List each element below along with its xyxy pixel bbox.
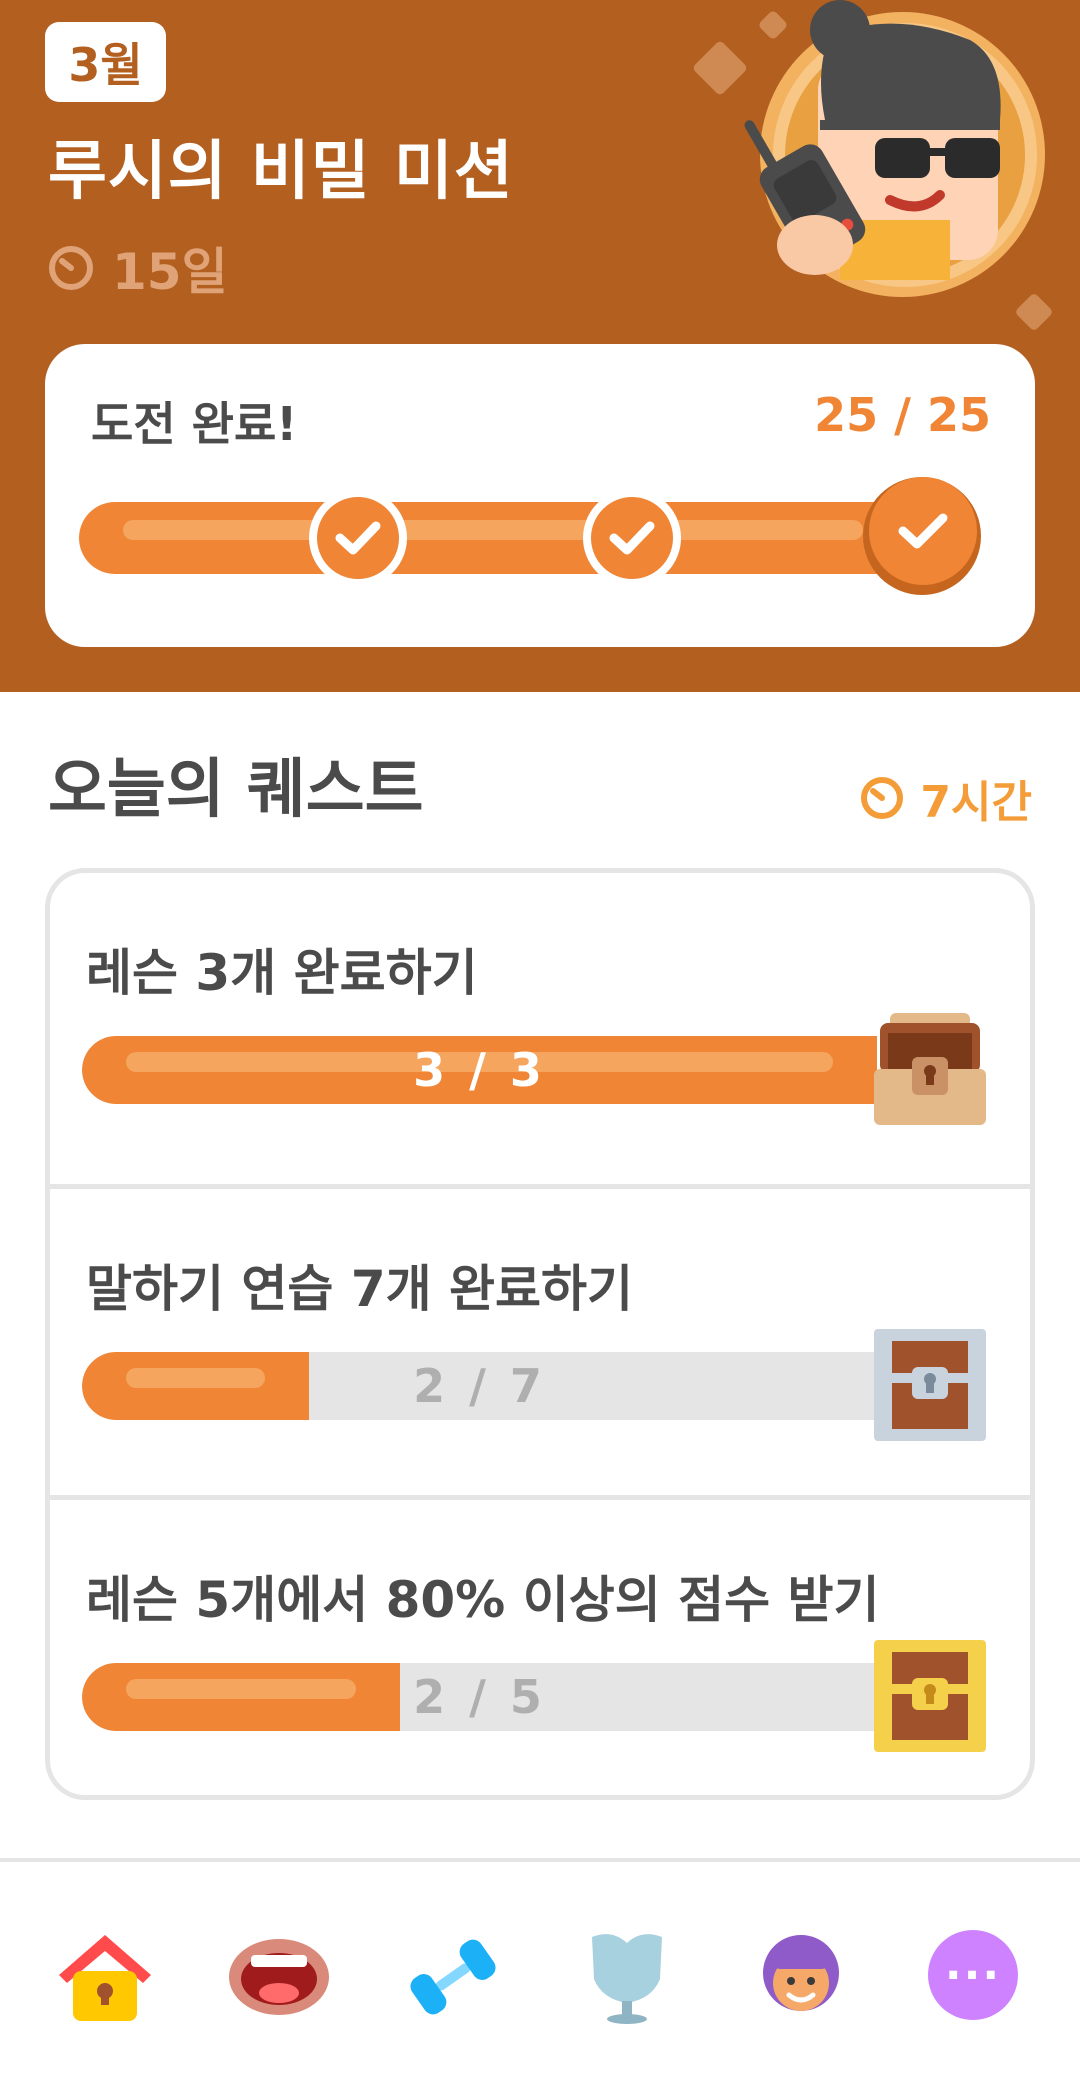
milestone-check-final-inner bbox=[869, 477, 977, 585]
quest-progress-track: 3 / 3 bbox=[82, 1036, 877, 1104]
quest-progress-track: 2 / 5 bbox=[82, 1663, 877, 1731]
milestone-check-final bbox=[863, 477, 981, 595]
month-badge: 3월 bbox=[45, 22, 166, 102]
quest-item[interactable]: 레슨 3개 완료하기 3 / 3 bbox=[50, 873, 1030, 1184]
progress-shine bbox=[123, 520, 863, 540]
challenge-progress-bar bbox=[79, 502, 951, 574]
quest-progress-text: 2 / 5 bbox=[413, 1670, 546, 1724]
more-icon: ··· bbox=[944, 1949, 1002, 2001]
quest-label: 레슨 3개 완료하기 bbox=[86, 944, 478, 1002]
nav-more-button[interactable]: ··· bbox=[928, 1930, 1018, 2020]
profile-avatar-icon bbox=[763, 1935, 839, 2011]
timer-icon bbox=[49, 246, 93, 290]
mission-title: 루시의 비밀 미션 bbox=[48, 135, 514, 209]
brown-chest-icon bbox=[874, 1013, 986, 1125]
timer-icon bbox=[861, 777, 904, 819]
dumbbell-icon bbox=[410, 1939, 496, 2015]
monthly-challenge-header: 3월 루시의 비밀 미션 15일 도전 완료! 25 / 25 bbox=[0, 0, 1080, 692]
quest-progress-text: 2 / 7 bbox=[413, 1359, 546, 1413]
days-left: 15일 bbox=[48, 232, 228, 304]
quests-timer: 7시간 bbox=[860, 766, 1032, 830]
nav-profile[interactable] bbox=[746, 1922, 856, 2032]
quest-item[interactable]: 말하기 연습 7개 완료하기 2 / 7 bbox=[50, 1189, 1030, 1500]
nav-home[interactable] bbox=[50, 1922, 160, 2032]
gold-chest-icon bbox=[874, 1640, 986, 1752]
challenge-count: 25 / 25 bbox=[814, 388, 991, 442]
quest-progress-track: 2 / 7 bbox=[82, 1352, 877, 1420]
quest-item[interactable]: 레슨 5개에서 80% 이상의 점수 받기 2 / 5 bbox=[50, 1500, 1030, 1795]
nav-speaking[interactable] bbox=[224, 1922, 334, 2032]
bottom-nav: ··· bbox=[0, 1862, 1080, 2081]
nav-leagues[interactable] bbox=[572, 1922, 682, 2032]
silver-chest-icon bbox=[874, 1329, 986, 1441]
home-icon bbox=[59, 1935, 151, 2021]
checkmark-icon bbox=[609, 521, 655, 555]
challenge-status-label: 도전 완료! bbox=[91, 397, 298, 451]
shield-icon bbox=[592, 1934, 662, 2024]
speaking-mouth-icon bbox=[229, 1939, 329, 2015]
checkmark-icon bbox=[898, 513, 948, 549]
days-left-text: 15일 bbox=[112, 243, 228, 301]
quest-label: 레슨 5개에서 80% 이상의 점수 받기 bbox=[86, 1571, 880, 1629]
quest-progress-text: 3 / 3 bbox=[413, 1043, 546, 1097]
challenge-progress-card[interactable]: 도전 완료! 25 / 25 bbox=[45, 344, 1035, 647]
daily-quests-title: 오늘의 퀘스트 bbox=[48, 753, 424, 827]
quest-list: 레슨 3개 완료하기 3 / 3 말하기 연습 7개 완료하기 2 / 7 레슨… bbox=[45, 868, 1035, 1800]
nav-practice[interactable] bbox=[398, 1922, 508, 2032]
milestone-check-1 bbox=[309, 489, 407, 587]
quest-label: 말하기 연습 7개 완료하기 bbox=[86, 1260, 634, 1318]
milestone-check-2 bbox=[583, 489, 681, 587]
quests-timer-text: 7시간 bbox=[920, 777, 1032, 828]
lucy-character-icon bbox=[744, 0, 1037, 287]
checkmark-icon bbox=[335, 521, 381, 555]
